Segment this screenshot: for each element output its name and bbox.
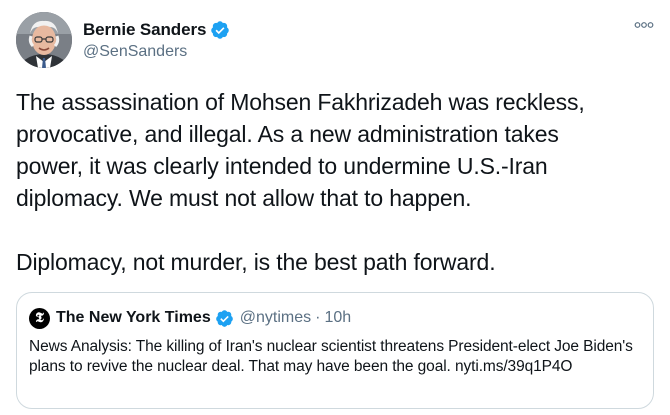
tweet-body-text: The assassination of Mohsen Fakhrizadeh … [16, 89, 585, 275]
quoted-author-avatar[interactable]: 𝕿 [29, 307, 50, 329]
quoted-timestamp[interactable]: 10h [324, 309, 351, 327]
avatar-photo-icon [16, 12, 72, 68]
tweet-header: Bernie Sanders @SenSanders [16, 12, 230, 68]
more-options-button[interactable] [633, 16, 655, 34]
quoted-author-display-name: The New York Times [56, 309, 211, 326]
tweet-card: Bernie Sanders @SenSanders The assassina… [0, 0, 670, 415]
author-name-row: Bernie Sanders [83, 19, 230, 41]
author-identity: Bernie Sanders @SenSanders [83, 19, 230, 61]
more-dots-icon [634, 22, 654, 28]
nyt-logo-icon: 𝕿 [35, 310, 44, 326]
quoted-separator: · [315, 309, 321, 326]
author-avatar[interactable] [16, 12, 72, 68]
quoted-verified-badge-icon [215, 309, 233, 327]
quoted-tweet-card[interactable]: 𝕿 The New York Times @nytimes · 10h News… [16, 292, 654, 409]
quoted-author-handle: @nytimes [239, 309, 312, 326]
quoted-tweet-header: 𝕿 The New York Times @nytimes · 10h [29, 307, 351, 329]
quoted-tweet-text: News Analysis: The killing of Iran's nuc… [29, 338, 633, 375]
verified-badge-icon [211, 21, 230, 39]
author-display-name[interactable]: Bernie Sanders [83, 20, 206, 40]
author-handle[interactable]: @SenSanders [83, 43, 230, 61]
